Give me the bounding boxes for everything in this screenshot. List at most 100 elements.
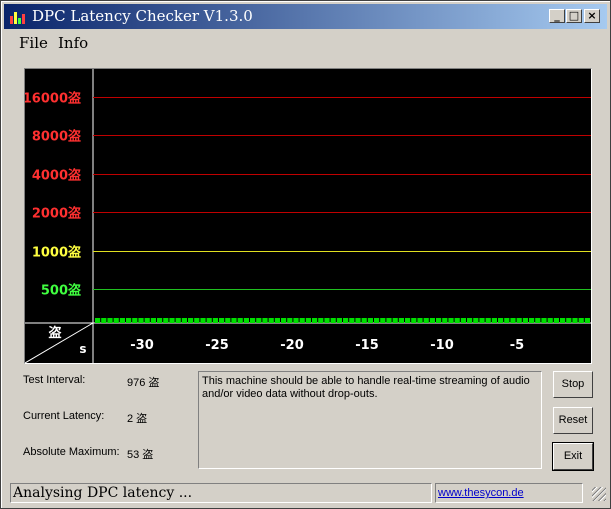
latency-bar-63 bbox=[485, 318, 491, 323]
latency-bar-2 bbox=[107, 318, 113, 323]
x-tick-label-3: -15 bbox=[355, 338, 379, 353]
latency-bar-64 bbox=[491, 318, 497, 323]
latency-bar-75 bbox=[560, 318, 566, 323]
latency-chart-svg: 16000盗 8000盗 4000盗 2000盗 1000盗 500盗盗 s -30 -25 -2… bbox=[23, 69, 591, 364]
x-unit-label: s bbox=[79, 342, 86, 356]
latency-bar-60 bbox=[467, 318, 473, 323]
minimize-button[interactable]: _ bbox=[549, 9, 565, 23]
level-label-4: 1000盗 bbox=[32, 245, 81, 261]
close-button[interactable]: × bbox=[584, 9, 600, 23]
menu-file[interactable]: File bbox=[19, 34, 48, 52]
app-window: DPC Latency Checker V1.3.0 _ □ × File In… bbox=[0, 0, 611, 509]
latency-bar-62 bbox=[479, 318, 485, 323]
latency-bar-73 bbox=[547, 318, 553, 323]
latency-bar-59 bbox=[460, 318, 466, 323]
latency-bar-7 bbox=[138, 318, 144, 323]
latency-bar-50 bbox=[405, 318, 411, 323]
latency-bar-5 bbox=[126, 318, 132, 323]
latency-bar-55 bbox=[436, 318, 442, 323]
level-label-0: 16000盗 bbox=[25, 91, 81, 107]
exit-button[interactable]: Exit bbox=[552, 442, 594, 471]
latency-bar-53 bbox=[423, 318, 429, 323]
latency-bar-71 bbox=[535, 318, 541, 323]
latency-bar-68 bbox=[516, 318, 522, 323]
latency-bar-21 bbox=[225, 318, 231, 323]
latency-bar-48 bbox=[392, 318, 398, 323]
x-tick-label-1: -25 bbox=[205, 338, 229, 353]
x-tick-label-4: -10 bbox=[430, 338, 454, 353]
latency-bar-15 bbox=[188, 318, 194, 323]
status-text: Analysing DPC latency ... bbox=[13, 485, 193, 501]
current-latency-value: 2 盗 bbox=[127, 413, 148, 425]
latency-bar-38 bbox=[330, 318, 336, 323]
latency-bar-27 bbox=[262, 318, 268, 323]
latency-bar-74 bbox=[553, 318, 559, 323]
latency-chart: 16000盗 8000盗 4000盗 2000盗 1000盗 500盗盗 s -30 -25 -2… bbox=[23, 68, 592, 364]
latency-bar-35 bbox=[312, 318, 318, 323]
latency-bar-72 bbox=[541, 318, 547, 323]
latency-bar-40 bbox=[343, 318, 349, 323]
stop-button[interactable]: Stop bbox=[553, 371, 593, 398]
latency-bar-34 bbox=[305, 318, 311, 323]
level-label-3: 2000盗 bbox=[32, 206, 81, 222]
link-pane: www.thesycon.de bbox=[435, 483, 583, 503]
menu-info[interactable]: Info bbox=[58, 34, 88, 52]
latency-bar-32 bbox=[293, 318, 299, 323]
latency-bar-25 bbox=[250, 318, 256, 323]
latency-bar-42 bbox=[355, 318, 361, 323]
latency-bar-22 bbox=[231, 318, 237, 323]
latency-bar-29 bbox=[274, 318, 280, 323]
latency-bar-1 bbox=[101, 318, 107, 323]
test-interval-value: 976 盗 bbox=[127, 377, 160, 389]
latency-bar-79 bbox=[584, 318, 590, 323]
latency-bar-30 bbox=[281, 318, 287, 323]
latency-bar-52 bbox=[417, 318, 423, 323]
maximize-button[interactable]: □ bbox=[566, 9, 582, 23]
latency-bar-31 bbox=[287, 318, 293, 323]
latency-bar-47 bbox=[386, 318, 392, 323]
website-link[interactable]: www.thesycon.de bbox=[438, 487, 524, 499]
x-tick-label-2: -20 bbox=[280, 338, 304, 353]
x-tick-label-5: -5 bbox=[510, 338, 524, 353]
latency-bar-46 bbox=[380, 318, 386, 323]
latency-bar-37 bbox=[324, 318, 330, 323]
latency-bar-56 bbox=[442, 318, 448, 323]
title-bar[interactable]: DPC Latency Checker V1.3.0 _ □ × bbox=[4, 4, 607, 29]
latency-bar-58 bbox=[454, 318, 460, 323]
status-pane: Analysing DPC latency ... bbox=[10, 483, 432, 503]
resize-grip[interactable] bbox=[592, 487, 606, 501]
latency-bar-16 bbox=[194, 318, 200, 323]
latency-bar-76 bbox=[566, 318, 572, 323]
latency-bar-12 bbox=[169, 318, 175, 323]
level-label-1: 8000盗 bbox=[32, 129, 81, 145]
test-interval-label: Test Interval: bbox=[23, 374, 86, 386]
latency-bar-19 bbox=[212, 318, 218, 323]
latency-bar-3 bbox=[113, 318, 119, 323]
latency-bar-13 bbox=[175, 318, 181, 323]
latency-bar-43 bbox=[361, 318, 367, 323]
latency-bar-78 bbox=[578, 318, 584, 323]
latency-bar-39 bbox=[336, 318, 342, 323]
current-latency-label: Current Latency: bbox=[23, 410, 105, 422]
latency-bar-51 bbox=[411, 318, 417, 323]
menu-bar: File Info bbox=[4, 32, 607, 54]
absolute-maximum-label: Absolute Maximum: bbox=[23, 446, 120, 458]
latency-bar-57 bbox=[448, 318, 454, 323]
latency-bar-17 bbox=[200, 318, 206, 323]
latency-bar-65 bbox=[498, 318, 504, 323]
latency-bar-23 bbox=[237, 318, 243, 323]
latency-bar-18 bbox=[206, 318, 212, 323]
latency-bar-26 bbox=[256, 318, 262, 323]
latency-bar-4 bbox=[119, 318, 125, 323]
latency-bar-33 bbox=[299, 318, 305, 323]
latency-bar-6 bbox=[132, 318, 138, 323]
latency-bar-8 bbox=[144, 318, 150, 323]
latency-bar-10 bbox=[157, 318, 163, 323]
latency-bar-66 bbox=[504, 318, 510, 323]
latency-bar-44 bbox=[367, 318, 373, 323]
reset-button[interactable]: Reset bbox=[553, 407, 593, 434]
latency-bar-61 bbox=[473, 318, 479, 323]
latency-bar-77 bbox=[572, 318, 578, 323]
latency-bar-67 bbox=[510, 318, 516, 323]
y-unit-label: 盗 bbox=[48, 325, 61, 341]
